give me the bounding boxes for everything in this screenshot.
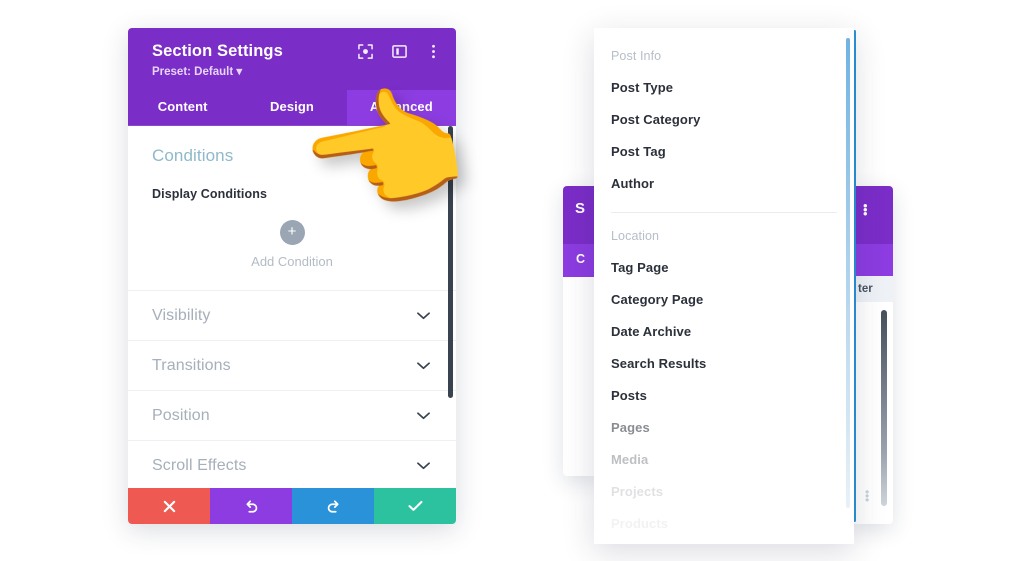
more-vertical-icon-bottom[interactable]: • • •: [865, 486, 869, 506]
accordion-label: Visibility: [152, 306, 211, 324]
background-panel-tabs-right: [851, 244, 893, 276]
accordion-label: Scroll Effects: [152, 456, 247, 474]
accordion-scroll-effects[interactable]: Scroll Effects: [128, 441, 456, 488]
accordion-position[interactable]: Position: [128, 391, 456, 441]
chevron-down-icon: [417, 461, 430, 470]
cancel-button[interactable]: [128, 488, 210, 524]
dropdown-group-label-location: Location: [611, 229, 660, 243]
more-vertical-icon[interactable]: [426, 44, 441, 59]
background-panel-title-fragment: S: [575, 200, 586, 217]
dropdown-item-posts[interactable]: Posts: [594, 380, 854, 412]
accordion-visibility[interactable]: Visibility: [128, 291, 456, 341]
dropdown-item-pages[interactable]: Pages: [594, 412, 854, 444]
dropdown-item-projects[interactable]: Projects: [594, 476, 854, 508]
dropdown-item-post-type[interactable]: Post Type: [594, 72, 854, 104]
dropdown-item-post-tag[interactable]: Post Tag: [594, 136, 854, 168]
dropdown-item-media[interactable]: Media: [594, 444, 854, 476]
chevron-down-icon: [417, 311, 430, 320]
dropdown-group-label-post-info: Post Info: [611, 49, 662, 63]
chevron-down-icon: [417, 411, 430, 420]
chevron-down-icon: [417, 361, 430, 370]
dropdown-item-search-results[interactable]: Search Results: [594, 348, 854, 380]
dropdown-item-category-page[interactable]: Category Page: [594, 284, 854, 316]
plus-icon[interactable]: +: [279, 220, 305, 245]
add-condition-control[interactable]: + Add Condition: [152, 220, 432, 269]
dropdown-item-author[interactable]: Author: [594, 168, 854, 200]
background-panel-tab-fragment: C: [576, 252, 586, 266]
accordion-list: Visibility Transitions Position Scroll E…: [128, 290, 456, 488]
dropdown-item-post-category[interactable]: Post Category: [594, 104, 854, 136]
screenshot-root: S C • • • ter • • • Section Settings Preset:…: [0, 0, 1024, 561]
dropdown-item-products[interactable]: Products: [594, 508, 854, 540]
dropdown-scrollbar[interactable]: [846, 38, 850, 508]
accordion-transitions[interactable]: Transitions: [128, 341, 456, 391]
add-condition-label: Add Condition: [251, 254, 333, 269]
layout-columns-icon[interactable]: [392, 44, 407, 59]
display-conditions-dropdown: Post Info Post Type Post Category Post T…: [594, 28, 854, 544]
redo-button[interactable]: [292, 488, 374, 524]
background-panel-header-right: • • •: [851, 186, 893, 244]
expand-target-icon[interactable]: [358, 44, 373, 59]
tab-content[interactable]: Content: [128, 90, 237, 125]
pointing-hand-emoji: 👈: [287, 65, 477, 242]
background-settings-panel-right[interactable]: • • • ter • • •: [851, 186, 893, 524]
undo-button[interactable]: [210, 488, 292, 524]
accordion-label: Position: [152, 406, 210, 424]
background-panel-subrow: ter: [851, 276, 893, 302]
dropdown-item-tag-page[interactable]: Tag Page: [594, 252, 854, 284]
accordion-label: Transitions: [152, 356, 231, 374]
dropdown-item-date-archive[interactable]: Date Archive: [594, 316, 854, 348]
save-button[interactable]: [374, 488, 456, 524]
background-panel-scrollbar[interactable]: [881, 310, 887, 506]
dropdown-item-cpt-test[interactable]: CPT Test: [594, 540, 854, 544]
header-icon-group: [358, 44, 441, 59]
more-vertical-icon[interactable]: • • •: [863, 199, 868, 220]
panel-action-bar: [128, 488, 456, 524]
